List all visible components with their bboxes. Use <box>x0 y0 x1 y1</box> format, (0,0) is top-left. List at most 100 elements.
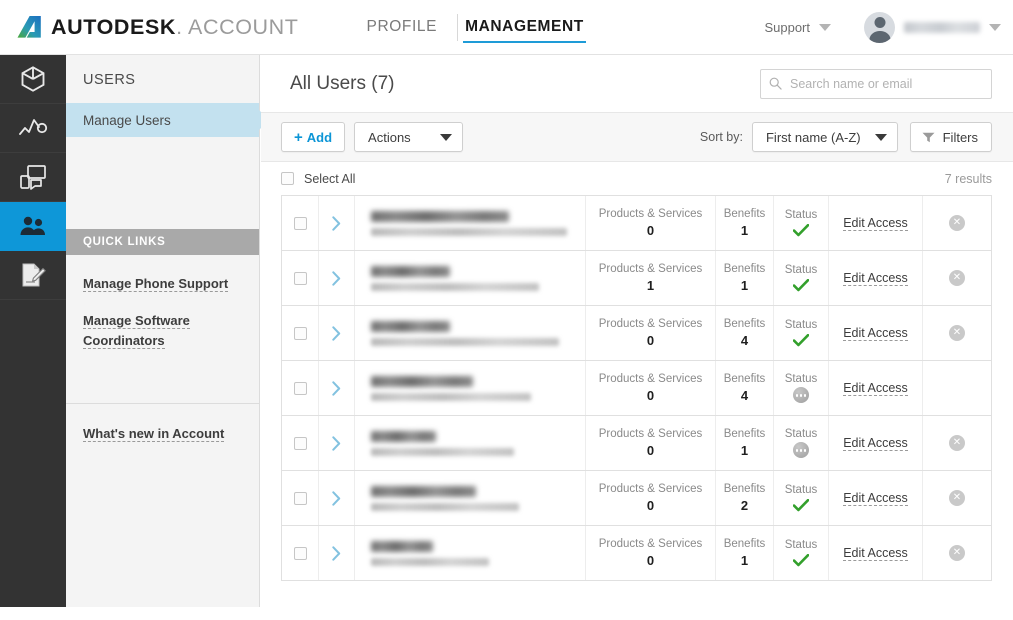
benefits-value: 4 <box>740 387 749 403</box>
user-identity-cell <box>355 306 586 360</box>
remove-user-cell: ✕ <box>923 471 991 525</box>
chevron-down-icon <box>440 133 453 141</box>
row-checkbox[interactable] <box>293 546 307 560</box>
insights-icon <box>19 119 48 135</box>
user-name-redacted <box>371 320 450 332</box>
expand-row-button[interactable] <box>319 526 355 580</box>
quick-links-heading: QUICK LINKS <box>66 229 259 255</box>
sidebar-footer: What's new in Account <box>66 404 259 444</box>
chevron-right-icon <box>332 325 341 341</box>
remove-user-button[interactable]: ✕ <box>949 545 965 561</box>
status-label: Status <box>784 319 818 332</box>
rail-item-insights[interactable] <box>0 104 66 153</box>
user-email-redacted <box>371 337 559 346</box>
expand-row-button[interactable] <box>319 416 355 470</box>
remove-user-cell <box>923 361 991 415</box>
row-checkbox[interactable] <box>293 381 307 395</box>
users-table: Products & Services 0 Benefits 1 Status Edit … <box>281 195 992 581</box>
user-name-redacted <box>371 540 433 552</box>
row-checkbox[interactable] <box>293 436 307 450</box>
actions-dropdown[interactable]: Actions <box>354 122 464 152</box>
select-all-checkbox[interactable] <box>281 172 294 185</box>
support-label: Support <box>764 19 810 35</box>
remove-user-button[interactable]: ✕ <box>949 490 965 506</box>
edit-access-link[interactable]: Edit Access <box>843 271 908 286</box>
remove-user-button[interactable]: ✕ <box>949 215 965 231</box>
sidebar-title: USERS <box>83 72 136 88</box>
rail-item-reports[interactable] <box>0 251 66 300</box>
products-services-label: Products & Services <box>598 538 703 551</box>
nav-management[interactable]: MANAGEMENT <box>451 0 598 55</box>
remove-user-button[interactable]: ✕ <box>949 435 965 451</box>
rail-item-devices[interactable] <box>0 153 66 202</box>
remove-user-button[interactable]: ✕ <box>949 325 965 341</box>
quick-link-row: Manage Software Coordinators <box>83 311 233 351</box>
edit-access-link[interactable]: Edit Access <box>843 546 908 561</box>
user-name-redacted <box>904 21 980 33</box>
chevron-right-icon <box>332 490 341 506</box>
expand-row-button[interactable] <box>319 306 355 360</box>
table-row: Products & Services 0 Benefits 4 Status Edit … <box>282 306 991 361</box>
products-services-label: Products & Services <box>598 483 703 496</box>
benefits-value: 1 <box>740 442 749 458</box>
rail-item-products[interactable] <box>0 55 66 104</box>
status-label: Status <box>784 539 818 552</box>
remove-user-button[interactable]: ✕ <box>949 270 965 286</box>
header-right: Support <box>764 11 1001 43</box>
add-button[interactable]: + Add <box>281 122 346 152</box>
quick-link-manage-phone-support[interactable]: Manage Phone Support <box>83 276 229 292</box>
sidebar-item-manage-users[interactable]: Manage Users <box>66 103 269 137</box>
products-services-value: 1 <box>646 277 655 293</box>
expand-row-button[interactable] <box>319 196 355 250</box>
filters-label: Filters <box>942 129 978 145</box>
status-active-icon <box>793 223 809 237</box>
nav-profile[interactable]: PROFILE <box>353 0 458 55</box>
chevron-right-icon <box>332 270 341 286</box>
user-email-redacted <box>371 227 567 236</box>
filters-button[interactable]: Filters <box>909 122 992 152</box>
page-title: All Users (7) <box>290 72 395 94</box>
user-menu[interactable] <box>864 11 1001 43</box>
status-pending-icon <box>793 442 809 459</box>
expand-row-button[interactable] <box>319 251 355 305</box>
user-identity-cell <box>355 361 586 415</box>
row-checkbox[interactable] <box>293 326 307 340</box>
row-checkbox[interactable] <box>293 491 307 505</box>
user-identity-cell <box>355 471 586 525</box>
edit-access-link[interactable]: Edit Access <box>843 326 908 341</box>
row-checkbox-cell <box>282 196 319 250</box>
edit-access-cell: Edit Access <box>829 251 923 305</box>
benefits-label: Benefits <box>723 318 766 331</box>
toolbar: + Add Actions Sort by: First name (A-Z) … <box>261 112 1013 162</box>
edit-access-link[interactable]: Edit Access <box>843 216 908 231</box>
edit-access-link[interactable]: Edit Access <box>843 491 908 506</box>
app-header: AUTODESK. ACCOUNT PROFILE MANAGEMENT Sup… <box>0 0 1013 55</box>
table-row: Products & Services 0 Benefits 2 Status Edit … <box>282 471 991 526</box>
rail-item-users[interactable] <box>0 202 66 251</box>
edit-access-cell: Edit Access <box>829 306 923 360</box>
benefits-cell: Benefits 1 <box>716 526 774 580</box>
expand-row-button[interactable] <box>319 361 355 415</box>
table-row: Products & Services 1 Benefits 1 Status Edit … <box>282 251 991 306</box>
row-checkbox[interactable] <box>293 271 307 285</box>
products-services-cell: Products & Services 0 <box>586 196 716 250</box>
select-all-label: Select All <box>304 171 356 186</box>
status-cell: Status <box>774 196 829 250</box>
expand-row-button[interactable] <box>319 471 355 525</box>
table-row: Products & Services 0 Benefits 1 Status Edit … <box>282 526 991 581</box>
products-services-value: 0 <box>646 332 655 348</box>
status-active-icon <box>793 333 809 347</box>
search-input[interactable] <box>760 68 992 99</box>
products-services-cell: Products & Services 0 <box>586 361 716 415</box>
support-menu[interactable]: Support <box>764 20 831 35</box>
status-pending-icon <box>793 387 809 404</box>
edit-access-link[interactable]: Edit Access <box>843 436 908 451</box>
sort-dropdown[interactable]: First name (A-Z) <box>751 122 898 152</box>
edit-access-cell: Edit Access <box>829 526 923 580</box>
edit-access-link[interactable]: Edit Access <box>843 381 908 396</box>
user-email-redacted <box>371 392 531 401</box>
quick-link-manage-software-coordinators[interactable]: Manage Software Coordinators <box>83 313 190 349</box>
row-checkbox[interactable] <box>293 216 307 230</box>
link-whats-new-in-account[interactable]: What's new in Account <box>83 426 225 442</box>
user-name-redacted <box>371 485 476 497</box>
